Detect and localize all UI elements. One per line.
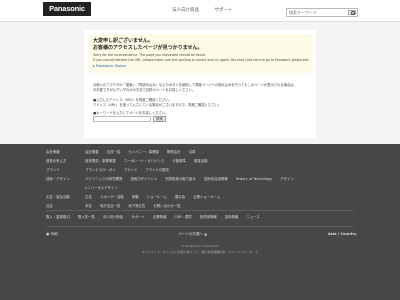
footer-row: ブランド ブランドスローガン ブランド ブランドの歴史 xyxy=(46,167,176,172)
body-line5: ■キーワードを入力してページをお探しください。 xyxy=(93,111,169,115)
arrow-up-icon: ▲ xyxy=(203,232,207,236)
footer-link[interactable]: ブランド xyxy=(124,168,138,172)
footer-row: 技術・デザイン パナソニックの研究開発 技術力IPイベント 知的財産の取り組み … xyxy=(46,176,301,181)
keyword-search-input[interactable] xyxy=(93,116,151,122)
body-line4: アドレス（URL）を誤って入力している場合がございますので、再度ご確認ください。 xyxy=(93,103,222,107)
footer-link[interactable]: ユニバーサルデザイン xyxy=(84,186,118,190)
footer-link[interactable]: 知的財産の取り組み xyxy=(165,177,196,181)
error-title-line2: お客様のアクセスしたページが見つかりません。 xyxy=(93,45,203,51)
footer-category[interactable]: 技術・デザイン xyxy=(46,176,84,181)
footer-row: 購入・直接取引 購入先一覧 法人向け商品 サポート 企業情報 CSR・環境 投資… xyxy=(46,214,267,219)
site-footer: 会社情報 会社概要 社員一覧 カンパニー・事業部 関係会社 沿革 経営の考え方 … xyxy=(0,144,400,300)
body-line2: お手数ですが以下いずれかの方法で目的のページをお探しください。 xyxy=(93,88,196,92)
footer-link[interactable]: 法人向け商品 xyxy=(103,215,123,219)
footer-category[interactable]: 広告・宣伝活動 xyxy=(46,194,84,199)
search-icon[interactable] xyxy=(348,10,356,15)
error-title-line1: 大変申し訳ございません。 xyxy=(93,38,153,44)
print-label: 印刷 xyxy=(50,232,58,236)
footer-link[interactable]: ブランドスローガン xyxy=(85,168,116,172)
page-top-label: ページの先頭へ xyxy=(178,232,204,236)
footer-link[interactable]: History of Technology xyxy=(236,177,272,181)
footer-link[interactable]: 沿革 xyxy=(189,150,196,154)
footer-link[interactable]: 調達活動 xyxy=(194,159,208,163)
footer-row: 広告・宣伝活動 広告 スポンサー活動 体験 ショールーム 展示会 企業ショールー… xyxy=(46,194,227,199)
page-top-link[interactable]: ページの先頭へ ▲ xyxy=(178,232,207,237)
footer-link[interactable]: ブランドの歴史 xyxy=(145,168,169,172)
footer-row: 会社情報 会社概要 社員一覧 カンパニー・事業部 関係会社 沿革 xyxy=(46,149,202,154)
error-english-line2: If you cannot retrieve the URL, please m… xyxy=(93,58,310,62)
footer-link[interactable]: ニュース xyxy=(246,215,259,219)
site-header: Panasonic 法人向け商品 サポート xyxy=(0,0,400,22)
footer-link[interactable]: 経営理念・事業概要 xyxy=(85,159,116,163)
footer-link[interactable]: 行動基準 xyxy=(172,159,186,163)
footer-link[interactable]: 社員一覧 xyxy=(107,150,121,154)
footer-link[interactable]: 会社概要 xyxy=(85,150,99,154)
footer-link[interactable]: お問い合わせ一覧 xyxy=(153,204,180,208)
footer-category[interactable]: 社会 xyxy=(46,203,84,208)
footer-link[interactable]: 企業ショールーム xyxy=(193,195,220,199)
footer-utility-links[interactable]: サイトマップ｜サイトのご利用にあたって｜個人情報保護方針｜パナソニック・ホーム xyxy=(0,250,400,254)
footer-link[interactable]: コーポレート・ガバナンス xyxy=(124,159,165,163)
footer-category[interactable]: 経営の考え方 xyxy=(46,158,84,163)
footer-divider xyxy=(46,226,354,227)
footer-link[interactable]: 購入先一覧 xyxy=(78,215,95,219)
region-selector[interactable]: Asia / Country xyxy=(328,232,356,236)
footer-link[interactable]: 関係会社 xyxy=(167,150,181,154)
footer-link[interactable]: スポンサー活動 xyxy=(100,195,124,199)
header-search-input[interactable] xyxy=(287,9,345,16)
footer-link[interactable]: 地下鉄広告 xyxy=(128,204,145,208)
footer-link[interactable]: 採用情報 xyxy=(225,215,239,219)
error-notice-box: 大変申し訳ございません。 お客様のアクセスしたページが見つかりません。 Sorr… xyxy=(88,34,312,73)
panasonic-logo[interactable]: Panasonic xyxy=(43,2,91,16)
top-nav: 法人向け商品 サポート xyxy=(172,7,246,13)
footer-link[interactable]: 技術系採用情報 xyxy=(204,177,228,181)
footer-link[interactable]: サポート xyxy=(131,215,145,219)
footer-row: ユニバーサルデザイン xyxy=(84,185,125,190)
footer-link[interactable]: カンパニー・事業部 xyxy=(128,150,159,154)
footer-row: 社会 本社 地方支店一覧 地下鉄広告 お問い合わせ一覧 xyxy=(46,203,188,208)
footer-link[interactable]: 技術力IPイベント xyxy=(130,177,157,181)
footer-link[interactable]: 地方支店一覧 xyxy=(100,204,120,208)
footer-link[interactable]: 体験 xyxy=(132,195,139,199)
footer-link[interactable]: ショールーム xyxy=(147,195,167,199)
footer-link[interactable]: 購入・直接取引 xyxy=(46,215,70,219)
nav-business-products[interactable]: 法人向け商品 xyxy=(172,8,199,13)
footer-link[interactable]: 企業情報 xyxy=(153,215,167,219)
footer-category[interactable]: 会社情報 xyxy=(46,149,84,154)
error-content: 大変申し訳ございません。 お客様のアクセスしたページが見つかりません。 Sorr… xyxy=(84,30,316,138)
footer-link[interactable]: CSR・環境 xyxy=(175,215,192,219)
footer-link[interactable]: 広告 xyxy=(85,195,92,199)
footer-link[interactable]: パナソニックの研究開発 xyxy=(85,177,122,181)
footer-link[interactable]: 投資家情報 xyxy=(200,215,217,219)
footer-row: 経営の考え方 経営理念・事業概要 コーポレート・ガバナンス 行動基準 調達活動 xyxy=(46,158,215,163)
footer-link[interactable]: デザイン xyxy=(280,177,294,181)
footer-divider xyxy=(46,210,354,211)
footer-link[interactable]: 展示会 xyxy=(175,195,185,199)
header-search xyxy=(286,8,358,17)
footer-link[interactable]: 本社 xyxy=(85,204,92,208)
copyright: © Panasonic Corporation xyxy=(181,244,219,248)
print-button[interactable]: ▣ 印刷 xyxy=(46,232,58,237)
footer-category[interactable]: ブランド xyxy=(46,167,84,172)
nav-support[interactable]: サポート xyxy=(214,8,232,13)
error-english-line1: Sorry for the inconvenience. The page yo… xyxy=(93,53,207,57)
keyword-search-button[interactable]: 検索 xyxy=(153,116,166,122)
panasonic-global-link[interactable]: Panasonic Global xyxy=(93,64,126,68)
